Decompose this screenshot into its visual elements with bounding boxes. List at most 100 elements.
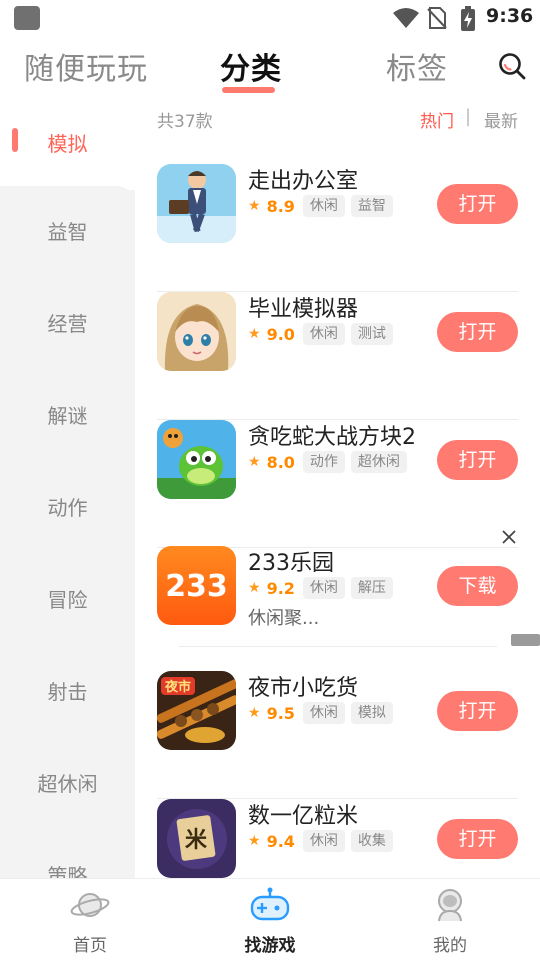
nav-home[interactable]: 首页 bbox=[30, 879, 150, 960]
icon-text: 米 bbox=[185, 827, 208, 853]
game-rating: 9.4 bbox=[266, 831, 295, 851]
nav-find-games[interactable]: 找游戏 bbox=[210, 879, 330, 960]
game-count: 共37款 bbox=[157, 112, 213, 132]
game-meta: ★ 9.4 休闲 收集 bbox=[248, 830, 399, 852]
game-name: 夜市小吃货 bbox=[248, 676, 359, 701]
list-item[interactable]: 米 数一亿粒米 ★ 9.4 休闲 收集 打开 bbox=[157, 799, 518, 878]
list-item[interactable]: 贪吃蛇大战方块2 ★ 8.0 动作 超休闲 打开 bbox=[157, 420, 518, 548]
list-item[interactable]: 夜市 夜市小吃货 ★ 9.5 休闲 模拟 打开 bbox=[157, 671, 518, 799]
no-sim-icon bbox=[427, 7, 447, 29]
tab-tags[interactable]: 标签 bbox=[386, 44, 448, 88]
game-rating: 8.0 bbox=[266, 452, 295, 472]
divider bbox=[179, 646, 497, 647]
active-tab-indicator bbox=[222, 87, 275, 93]
planet-icon bbox=[70, 893, 110, 917]
sort-separator: | bbox=[465, 106, 472, 127]
game-list-panel: 共37款 热门 | 最新 走出办公室 ★ 8.9 休闲 益智 打开 毕业模拟器 … bbox=[135, 98, 540, 878]
game-tag: 休闲 bbox=[302, 323, 345, 345]
game-icon: 米 bbox=[157, 799, 236, 878]
sidebar-item-label: 益智 bbox=[47, 220, 88, 244]
sidebar-active-indicator bbox=[12, 128, 18, 152]
category-sidebar: 模拟 益智 经营 解谜 动作 冒险 射击 超休闲 策略 bbox=[0, 98, 135, 878]
open-button[interactable]: 打开 bbox=[437, 819, 518, 859]
sidebar-item-label: 冒险 bbox=[47, 588, 88, 612]
sort-hot-button[interactable]: 热门 bbox=[420, 107, 454, 132]
list-item[interactable]: 毕业模拟器 ★ 9.0 休闲 测试 打开 bbox=[157, 292, 518, 420]
game-meta: ★ 9.2 休闲 解压 bbox=[248, 577, 399, 599]
game-meta: ★ 8.0 动作 超休闲 bbox=[248, 451, 413, 473]
game-name: 走出办公室 bbox=[248, 169, 359, 194]
sidebar-item-puzzle[interactable]: 益智 bbox=[0, 186, 135, 278]
game-tag: 收集 bbox=[350, 830, 393, 852]
star-icon: ★ bbox=[248, 833, 261, 849]
game-meta: ★ 8.9 休闲 益智 bbox=[248, 195, 399, 217]
game-rating: 9.0 bbox=[266, 324, 295, 344]
list-item[interactable]: 233 233乐园 ★ 9.2 休闲 解压 休闲聚... 下载 bbox=[157, 546, 518, 647]
game-icon bbox=[157, 292, 236, 371]
sidebar-item-label: 射击 bbox=[47, 680, 88, 704]
sidebar-item-label: 策略 bbox=[47, 864, 88, 878]
list-item[interactable]: 走出办公室 ★ 8.9 休闲 益智 打开 bbox=[157, 164, 518, 292]
open-button[interactable]: 打开 bbox=[437, 312, 518, 352]
game-tag: 模拟 bbox=[350, 702, 393, 724]
game-icon bbox=[157, 420, 236, 499]
game-tag: 测试 bbox=[350, 323, 393, 345]
game-description: 休闲聚... bbox=[248, 608, 320, 629]
game-rating: 9.5 bbox=[266, 703, 295, 723]
sidebar-item-simulation[interactable]: 模拟 bbox=[0, 98, 135, 190]
icon-text: 233 bbox=[165, 569, 228, 604]
sort-new-button[interactable]: 最新 bbox=[484, 107, 518, 132]
sidebar-item-management[interactable]: 经营 bbox=[0, 278, 135, 370]
sidebar-item-mystery[interactable]: 解谜 bbox=[0, 370, 135, 462]
open-button[interactable]: 打开 bbox=[437, 440, 518, 480]
sidebar-item-adventure[interactable]: 冒险 bbox=[0, 554, 135, 646]
sidebar-item-strategy[interactable]: 策略 bbox=[0, 830, 135, 878]
game-tag: 动作 bbox=[302, 451, 345, 473]
sidebar-item-label: 经营 bbox=[47, 312, 88, 336]
game-tag: 益智 bbox=[350, 195, 393, 217]
close-icon[interactable] bbox=[500, 528, 518, 546]
game-rating: 9.2 bbox=[266, 578, 295, 598]
star-icon: ★ bbox=[248, 198, 261, 214]
app-notification-icon bbox=[14, 6, 40, 30]
star-icon: ★ bbox=[248, 705, 261, 721]
download-button[interactable]: 下载 bbox=[437, 566, 518, 606]
sidebar-item-label: 解谜 bbox=[47, 404, 88, 428]
search-icon[interactable] bbox=[496, 50, 528, 82]
status-time: 9:36 bbox=[486, 5, 534, 27]
game-meta: ★ 9.5 休闲 模拟 bbox=[248, 702, 399, 724]
top-tabs: 随便玩玩 分类 标签 bbox=[0, 36, 540, 98]
game-tag: 休闲 bbox=[302, 830, 345, 852]
game-meta: ★ 9.0 休闲 测试 bbox=[248, 323, 399, 345]
nav-label: 首页 bbox=[73, 936, 107, 956]
open-button[interactable]: 打开 bbox=[437, 184, 518, 224]
battery-charging-icon bbox=[461, 6, 475, 31]
game-name: 233乐园 bbox=[248, 551, 334, 576]
bottom-navigation: 首页 找游戏 我的 bbox=[0, 878, 540, 960]
star-icon: ★ bbox=[248, 454, 261, 470]
tab-random-play[interactable]: 随便玩玩 bbox=[24, 44, 148, 88]
sidebar-item-hypercasual[interactable]: 超休闲 bbox=[0, 738, 135, 830]
game-icon bbox=[157, 164, 236, 243]
star-icon: ★ bbox=[248, 580, 261, 596]
icon-text: 夜市 bbox=[164, 679, 191, 695]
game-tag: 休闲 bbox=[302, 577, 345, 599]
game-name: 贪吃蛇大战方块2 bbox=[248, 425, 416, 450]
sidebar-item-label: 动作 bbox=[47, 496, 88, 520]
status-bar: 9:36 bbox=[0, 0, 540, 36]
sidebar-item-shooting[interactable]: 射击 bbox=[0, 646, 135, 738]
game-icon: 夜市 bbox=[157, 671, 236, 750]
game-name: 数一亿粒米 bbox=[248, 804, 359, 829]
nav-mine[interactable]: 我的 bbox=[390, 879, 510, 960]
sidebar-item-label: 模拟 bbox=[47, 132, 88, 156]
game-tag: 超休闲 bbox=[350, 451, 407, 473]
game-rating: 8.9 bbox=[266, 196, 295, 216]
game-tag: 休闲 bbox=[302, 195, 345, 217]
wifi-icon bbox=[393, 8, 419, 28]
tab-category[interactable]: 分类 bbox=[220, 44, 282, 88]
game-name: 毕业模拟器 bbox=[248, 297, 359, 322]
open-button[interactable]: 打开 bbox=[437, 691, 518, 731]
ad-badge bbox=[511, 634, 540, 646]
sidebar-item-action[interactable]: 动作 bbox=[0, 462, 135, 554]
astronaut-icon bbox=[438, 889, 462, 922]
